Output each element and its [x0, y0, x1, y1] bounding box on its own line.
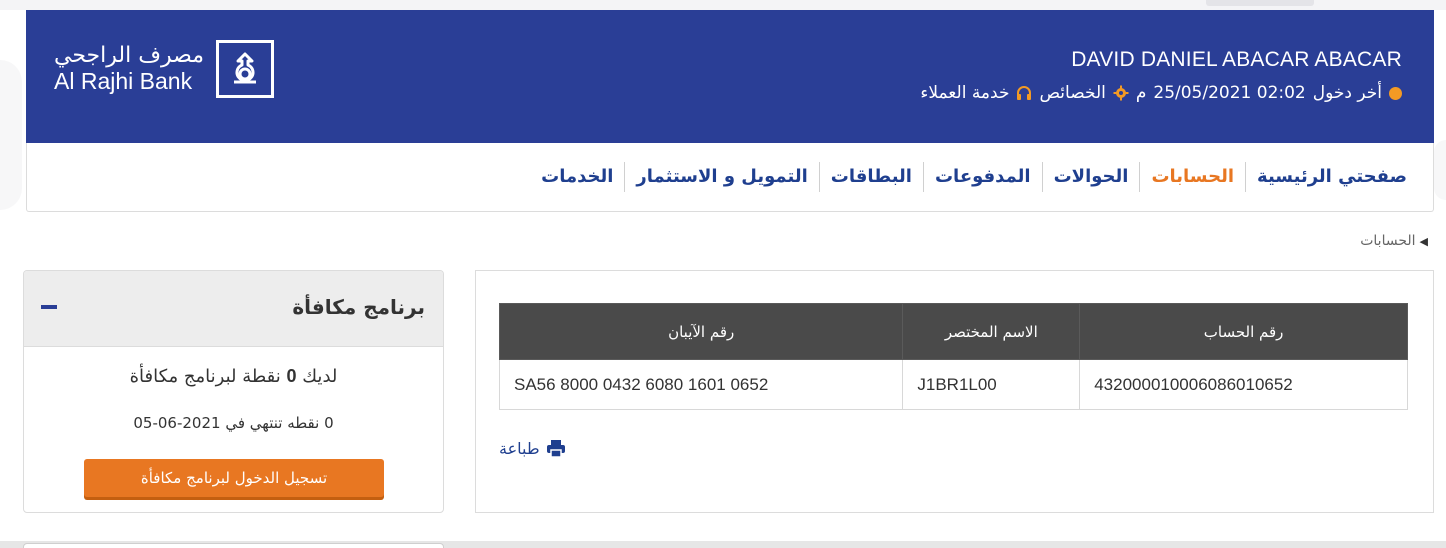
customer-service-link[interactable]: خدمة العملاء	[920, 83, 1009, 103]
breadcrumb-current[interactable]: الحسابات	[1360, 233, 1415, 249]
points-suffix: نقطة لبرنامج مكافأة	[129, 366, 281, 387]
rewards-panel: برنامج مكافأة لديك 0 نقطة لبرنامج مكافأة…	[23, 270, 444, 513]
gear-icon	[1113, 85, 1129, 101]
rewards-title: برنامج مكافأة	[292, 295, 425, 319]
iban-cell: SA56 8000 0432 6080 1601 0652	[498, 359, 904, 410]
points-prefix: لديك	[302, 366, 338, 387]
rewards-points-line: لديك 0 نقطة لبرنامج مكافأة	[24, 366, 443, 387]
nickname-cell: J1BR1L00	[902, 359, 1081, 410]
nav-item-home[interactable]: صفحتي الرئيسية	[1245, 162, 1418, 192]
main-navigation: صفحتي الرئيسية الحسابات الحوالات المدفوع…	[26, 143, 1434, 212]
nav-item-payments[interactable]: المدفوعات	[922, 162, 1042, 192]
logo-arabic-name: مصرف الراجحي	[54, 43, 205, 69]
site-header: DAVID DANIEL ABACAR ABACAR أخر دخول 25/0…	[26, 10, 1434, 143]
nav-menu: صفحتي الرئيسية الحسابات الحوالات المدفوع…	[530, 143, 1418, 211]
column-header-nickname: الاسم المختصر	[902, 303, 1081, 360]
nav-item-transfers[interactable]: الحوالات	[1041, 162, 1140, 192]
browser-top-strip	[0, 0, 1446, 10]
account-number-cell[interactable]: 432000010006086010652	[1079, 359, 1408, 410]
collapse-icon[interactable]	[41, 305, 57, 309]
last-login-datetime: 25/05/2021 02:02	[1153, 83, 1306, 103]
logo-text: مصرف الراجحي Al Rajhi Bank	[54, 43, 204, 95]
last-login-ampm: م	[1135, 83, 1147, 103]
preferences-link[interactable]: الخصائص	[1039, 83, 1105, 103]
next-panel-edge	[23, 543, 444, 548]
rewards-panel-header: برنامج مكافأة	[24, 271, 443, 347]
table-header-row: رقم الحساب الاسم المختصر رقم الآيبان	[498, 303, 1408, 360]
nav-item-cards[interactable]: البطاقات	[818, 162, 923, 192]
accounts-table: رقم الحساب الاسم المختصر رقم الآيبان 432…	[498, 303, 1408, 410]
nav-item-accounts[interactable]: الحسابات	[1139, 162, 1245, 192]
last-login-label: أخر دخول	[1312, 83, 1382, 103]
points-value: 0	[286, 366, 297, 386]
background-decoration	[1434, 140, 1446, 200]
accounts-panel: رقم الحساب الاسم المختصر رقم الآيبان 432…	[475, 270, 1434, 513]
print-button[interactable]: طباعة	[499, 439, 565, 458]
print-label: طباعة	[499, 439, 540, 458]
breadcrumb: ◀ الحسابات	[1360, 233, 1428, 249]
column-header-account-number: رقم الحساب	[1079, 303, 1408, 360]
background-decoration	[0, 60, 22, 210]
column-header-iban: رقم الآيبان	[498, 303, 904, 360]
header-info-line: أخر دخول 25/05/2021 02:02 م الخصائص خدمة…	[920, 83, 1402, 103]
rewards-enroll-button[interactable]: تسجيل الدخول لبرنامج مكافأة	[84, 459, 384, 497]
expiry-points: 0	[324, 414, 334, 432]
nav-item-services[interactable]: الخدمات	[530, 162, 624, 192]
last-login-dot-icon	[1389, 86, 1402, 100]
printer-icon	[546, 440, 565, 457]
user-name: DAVID DANIEL ABACAR ABACAR	[1071, 48, 1402, 71]
bank-logo[interactable]: مصرف الراجحي Al Rajhi Bank	[54, 40, 275, 98]
headset-icon	[1017, 86, 1032, 100]
rewards-expiry-line: 0 نقطه تنتهي في 2021-06-05	[24, 414, 443, 432]
expiry-text: نقطه تنتهي في	[225, 414, 320, 432]
expiry-date: 2021-06-05	[133, 414, 221, 432]
nav-item-finance-investment[interactable]: التمويل و الاستثمار	[624, 162, 818, 192]
top-tab-shape	[1206, 0, 1314, 6]
logo-english-name: Al Rajhi Bank	[54, 68, 193, 95]
al-rajhi-logo-icon	[216, 40, 275, 98]
table-row[interactable]: 432000010006086010652 J1BR1L00 SA56 8000…	[498, 359, 1408, 410]
chevron-left-icon: ◀	[1419, 234, 1428, 248]
